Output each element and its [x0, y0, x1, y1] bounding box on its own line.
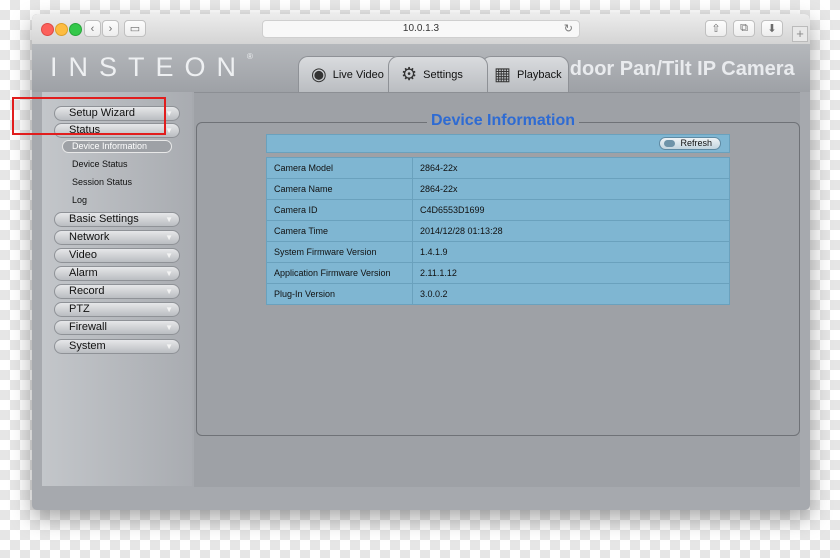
sidebar-item-basic-settings[interactable]: Basic Settings ▼: [54, 212, 180, 227]
sidebar-subitem-device-information[interactable]: Device Information: [62, 140, 172, 153]
row-key: Camera ID: [266, 199, 413, 221]
tab-label: Playback: [517, 68, 562, 81]
product-title: Indoor Pan/Tilt IP Camera: [552, 58, 795, 80]
tab-playback[interactable]: ▦ Playback: [481, 56, 569, 92]
chevron-down-icon: ▼: [165, 233, 173, 242]
row-value: C4D6553D1699: [412, 199, 730, 221]
sidebar-subitem-device-status[interactable]: Device Status: [72, 159, 128, 169]
row-value: 2.11.1.12: [412, 262, 730, 284]
sidebar-item-network[interactable]: Network ▼: [54, 230, 180, 245]
highlight-box: [12, 97, 166, 135]
sidebar-item-record[interactable]: Record ▼: [54, 284, 180, 299]
tab-label: Settings: [423, 68, 463, 81]
device-info-table: Camera Model 2864-22x Camera Name 2864-22x…: [266, 157, 730, 305]
row-value: 2864-22x: [412, 178, 730, 200]
refresh-icon: [664, 140, 675, 147]
settings-sidebar: Setup Wizard ▼ Status ▼ Device Information…: [42, 92, 192, 486]
webcam-icon: ◉: [311, 64, 327, 84]
share-icon[interactable]: ⇧: [705, 20, 727, 37]
table-row: Plug-In Version 3.0.0.2: [266, 283, 730, 305]
reload-icon[interactable]: ↻: [564, 21, 573, 37]
download-icon[interactable]: ⬇: [761, 20, 783, 37]
table-row: Camera Model 2864-22x: [266, 157, 730, 179]
tab-label: Live Video: [332, 68, 384, 81]
sidebar-subitem-log[interactable]: Log: [72, 195, 87, 205]
settings-icon: ⚙: [401, 64, 418, 84]
chevron-down-icon: ▼: [165, 215, 173, 224]
row-key: System Firmware Version: [266, 241, 413, 263]
chevron-down-icon: ▼: [165, 251, 173, 260]
back-icon[interactable]: ‹: [84, 20, 101, 37]
row-value: 1.4.1.9: [412, 241, 730, 263]
forward-icon[interactable]: ›: [102, 20, 119, 37]
table-toolbar: Refresh: [266, 134, 730, 153]
chevron-down-icon: ▼: [165, 269, 173, 278]
table-row: System Firmware Version 1.4.1.9: [266, 241, 730, 263]
sidebar-item-video[interactable]: Video ▼: [54, 248, 180, 263]
app-header: INSTEON® ◉ Live Video ⚙ Settings ▦ Playb…: [32, 44, 810, 92]
address-bar[interactable]: 10.0.1.3 ↻: [262, 20, 580, 38]
sidebar-subitem-session-status[interactable]: Session Status: [72, 177, 132, 187]
chevron-down-icon: ▼: [165, 287, 173, 296]
address-text: 10.0.1.3: [402, 23, 440, 34]
minimize-window-button[interactable]: [55, 23, 68, 36]
chevron-down-icon: ▼: [165, 323, 173, 332]
browser-window: ‹ › ▭ 10.0.1.3 ↻ ⇧ ⧉ ⬇ + INSTEON® ◉ Live…: [32, 14, 810, 510]
row-key: Camera Name: [266, 178, 413, 200]
row-key: Plug-In Version: [266, 283, 413, 305]
insteon-logo: INSTEON®: [50, 52, 253, 82]
calendar-icon: ▦: [494, 64, 512, 84]
table-row: Camera Time 2014/12/28 01:13:28: [266, 220, 730, 242]
row-key: Camera Time: [266, 220, 413, 242]
close-window-button[interactable]: [41, 23, 54, 36]
tabs-icon[interactable]: ⧉: [733, 20, 755, 37]
table-row: Application Firmware Version 2.11.1.12: [266, 262, 730, 284]
refresh-label: Refresh: [680, 138, 712, 148]
new-tab-icon[interactable]: +: [792, 26, 808, 42]
tab-live-video[interactable]: ◉ Live Video: [298, 56, 402, 92]
row-value: 2864-22x: [412, 157, 730, 179]
zoom-window-button[interactable]: [69, 23, 82, 36]
sidebar-item-firewall[interactable]: Firewall ▼: [54, 320, 180, 335]
refresh-button[interactable]: Refresh: [659, 137, 721, 150]
row-key: Camera Model: [266, 157, 413, 179]
row-key: Application Firmware Version: [266, 262, 413, 284]
chevron-down-icon: ▼: [165, 342, 173, 351]
chevron-down-icon: ▼: [165, 126, 173, 135]
row-value: 2014/12/28 01:13:28: [412, 220, 730, 242]
chevron-down-icon: ▼: [165, 109, 173, 118]
sidebar-item-alarm[interactable]: Alarm ▼: [54, 266, 180, 281]
table-row: Camera ID C4D6553D1699: [266, 199, 730, 221]
browser-titlebar: ‹ › ▭ 10.0.1.3 ↻ ⇧ ⧉ ⬇ +: [32, 14, 810, 45]
sidebar-toggle-icon[interactable]: ▭: [124, 20, 146, 37]
sidebar-item-system[interactable]: System ▼: [54, 339, 180, 354]
sidebar-item-ptz[interactable]: PTZ ▼: [54, 302, 180, 317]
tab-settings[interactable]: ⚙ Settings: [388, 56, 488, 92]
chevron-down-icon: ▼: [165, 305, 173, 314]
table-row: Camera Name 2864-22x: [266, 178, 730, 200]
page-title: Device Information: [427, 112, 580, 130]
row-value: 3.0.0.2: [412, 283, 730, 305]
